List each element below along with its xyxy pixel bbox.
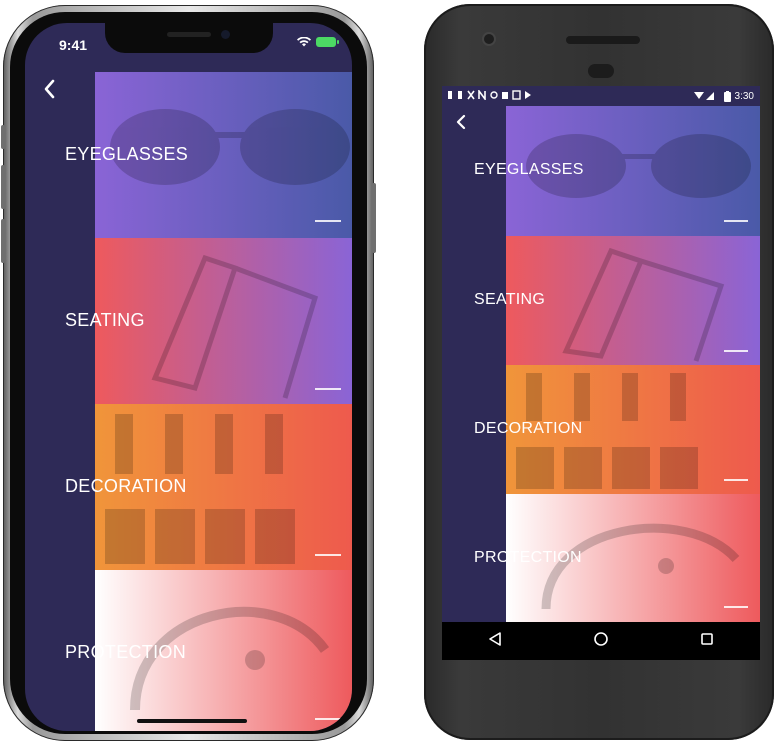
card-underline <box>315 554 341 556</box>
card-underline <box>315 220 341 222</box>
front-camera <box>221 30 230 39</box>
notch <box>105 23 273 53</box>
battery-icon <box>723 90 731 102</box>
proximity-sensor <box>484 34 494 44</box>
category-label-eyeglasses: EYEGLASSES <box>65 144 189 164</box>
chevron-left-icon <box>456 114 466 130</box>
category-label-protection: PROTECTION <box>474 549 582 566</box>
volume-down-button <box>1 219 5 263</box>
card-underline <box>724 606 748 608</box>
category-label-seating: SEATING <box>474 291 546 308</box>
back-button[interactable] <box>456 114 466 135</box>
home-indicator[interactable] <box>137 719 247 723</box>
earpiece-speaker <box>167 32 211 37</box>
android-status-bar: 3:30 <box>442 86 760 106</box>
nav-back-button[interactable] <box>475 631 515 651</box>
wifi-icon <box>297 37 311 47</box>
category-label-seating: SEATING <box>65 310 145 330</box>
status-time: 9:41 <box>59 37 88 53</box>
card-underline <box>315 388 341 390</box>
card-underline <box>724 479 748 481</box>
system-status-icons: 3:30 <box>693 90 754 102</box>
signal-icon <box>693 92 714 100</box>
home-circle-icon <box>594 631 608 646</box>
front-camera <box>588 64 614 78</box>
nav-recents-button[interactable] <box>687 632 727 650</box>
nav-home-button[interactable] <box>581 631 621 651</box>
category-label-decoration: DECORATION <box>474 420 583 437</box>
earpiece-speaker <box>566 36 640 44</box>
notification-icons-strip <box>448 88 531 101</box>
card-underline <box>315 718 341 720</box>
category-label-decoration: DECORATION <box>65 476 187 496</box>
card-underline <box>724 220 748 222</box>
status-time: 3:30 <box>734 90 754 102</box>
mute-switch <box>1 125 5 149</box>
category-label-eyeglasses: EYEGLASSES <box>474 161 584 178</box>
status-icons <box>297 37 339 47</box>
card-underline <box>724 350 748 352</box>
android-nav-bar <box>442 622 760 660</box>
recents-square-icon <box>701 633 713 645</box>
back-button[interactable] <box>43 79 55 104</box>
chevron-left-icon <box>44 79 55 99</box>
iphone-device: 9:41 EYEGLASSES SEATING DECORATION PROTE… <box>1 5 376 741</box>
back-triangle-icon <box>489 631 501 646</box>
category-label-protection: PROTECTION <box>65 642 187 662</box>
iphone-screen: 9:41 EYEGLASSES SEATING DECORATION PROTE… <box>25 23 352 731</box>
side-button <box>372 183 376 253</box>
android-screen: 3:30 EYEGLASSES SEATING DECORATION PROTE… <box>442 86 760 660</box>
android-device: 3:30 EYEGLASSES SEATING DECORATION PROTE… <box>424 4 774 740</box>
battery-icon <box>316 37 339 47</box>
volume-up-button <box>1 165 5 209</box>
notification-icons <box>448 88 538 103</box>
